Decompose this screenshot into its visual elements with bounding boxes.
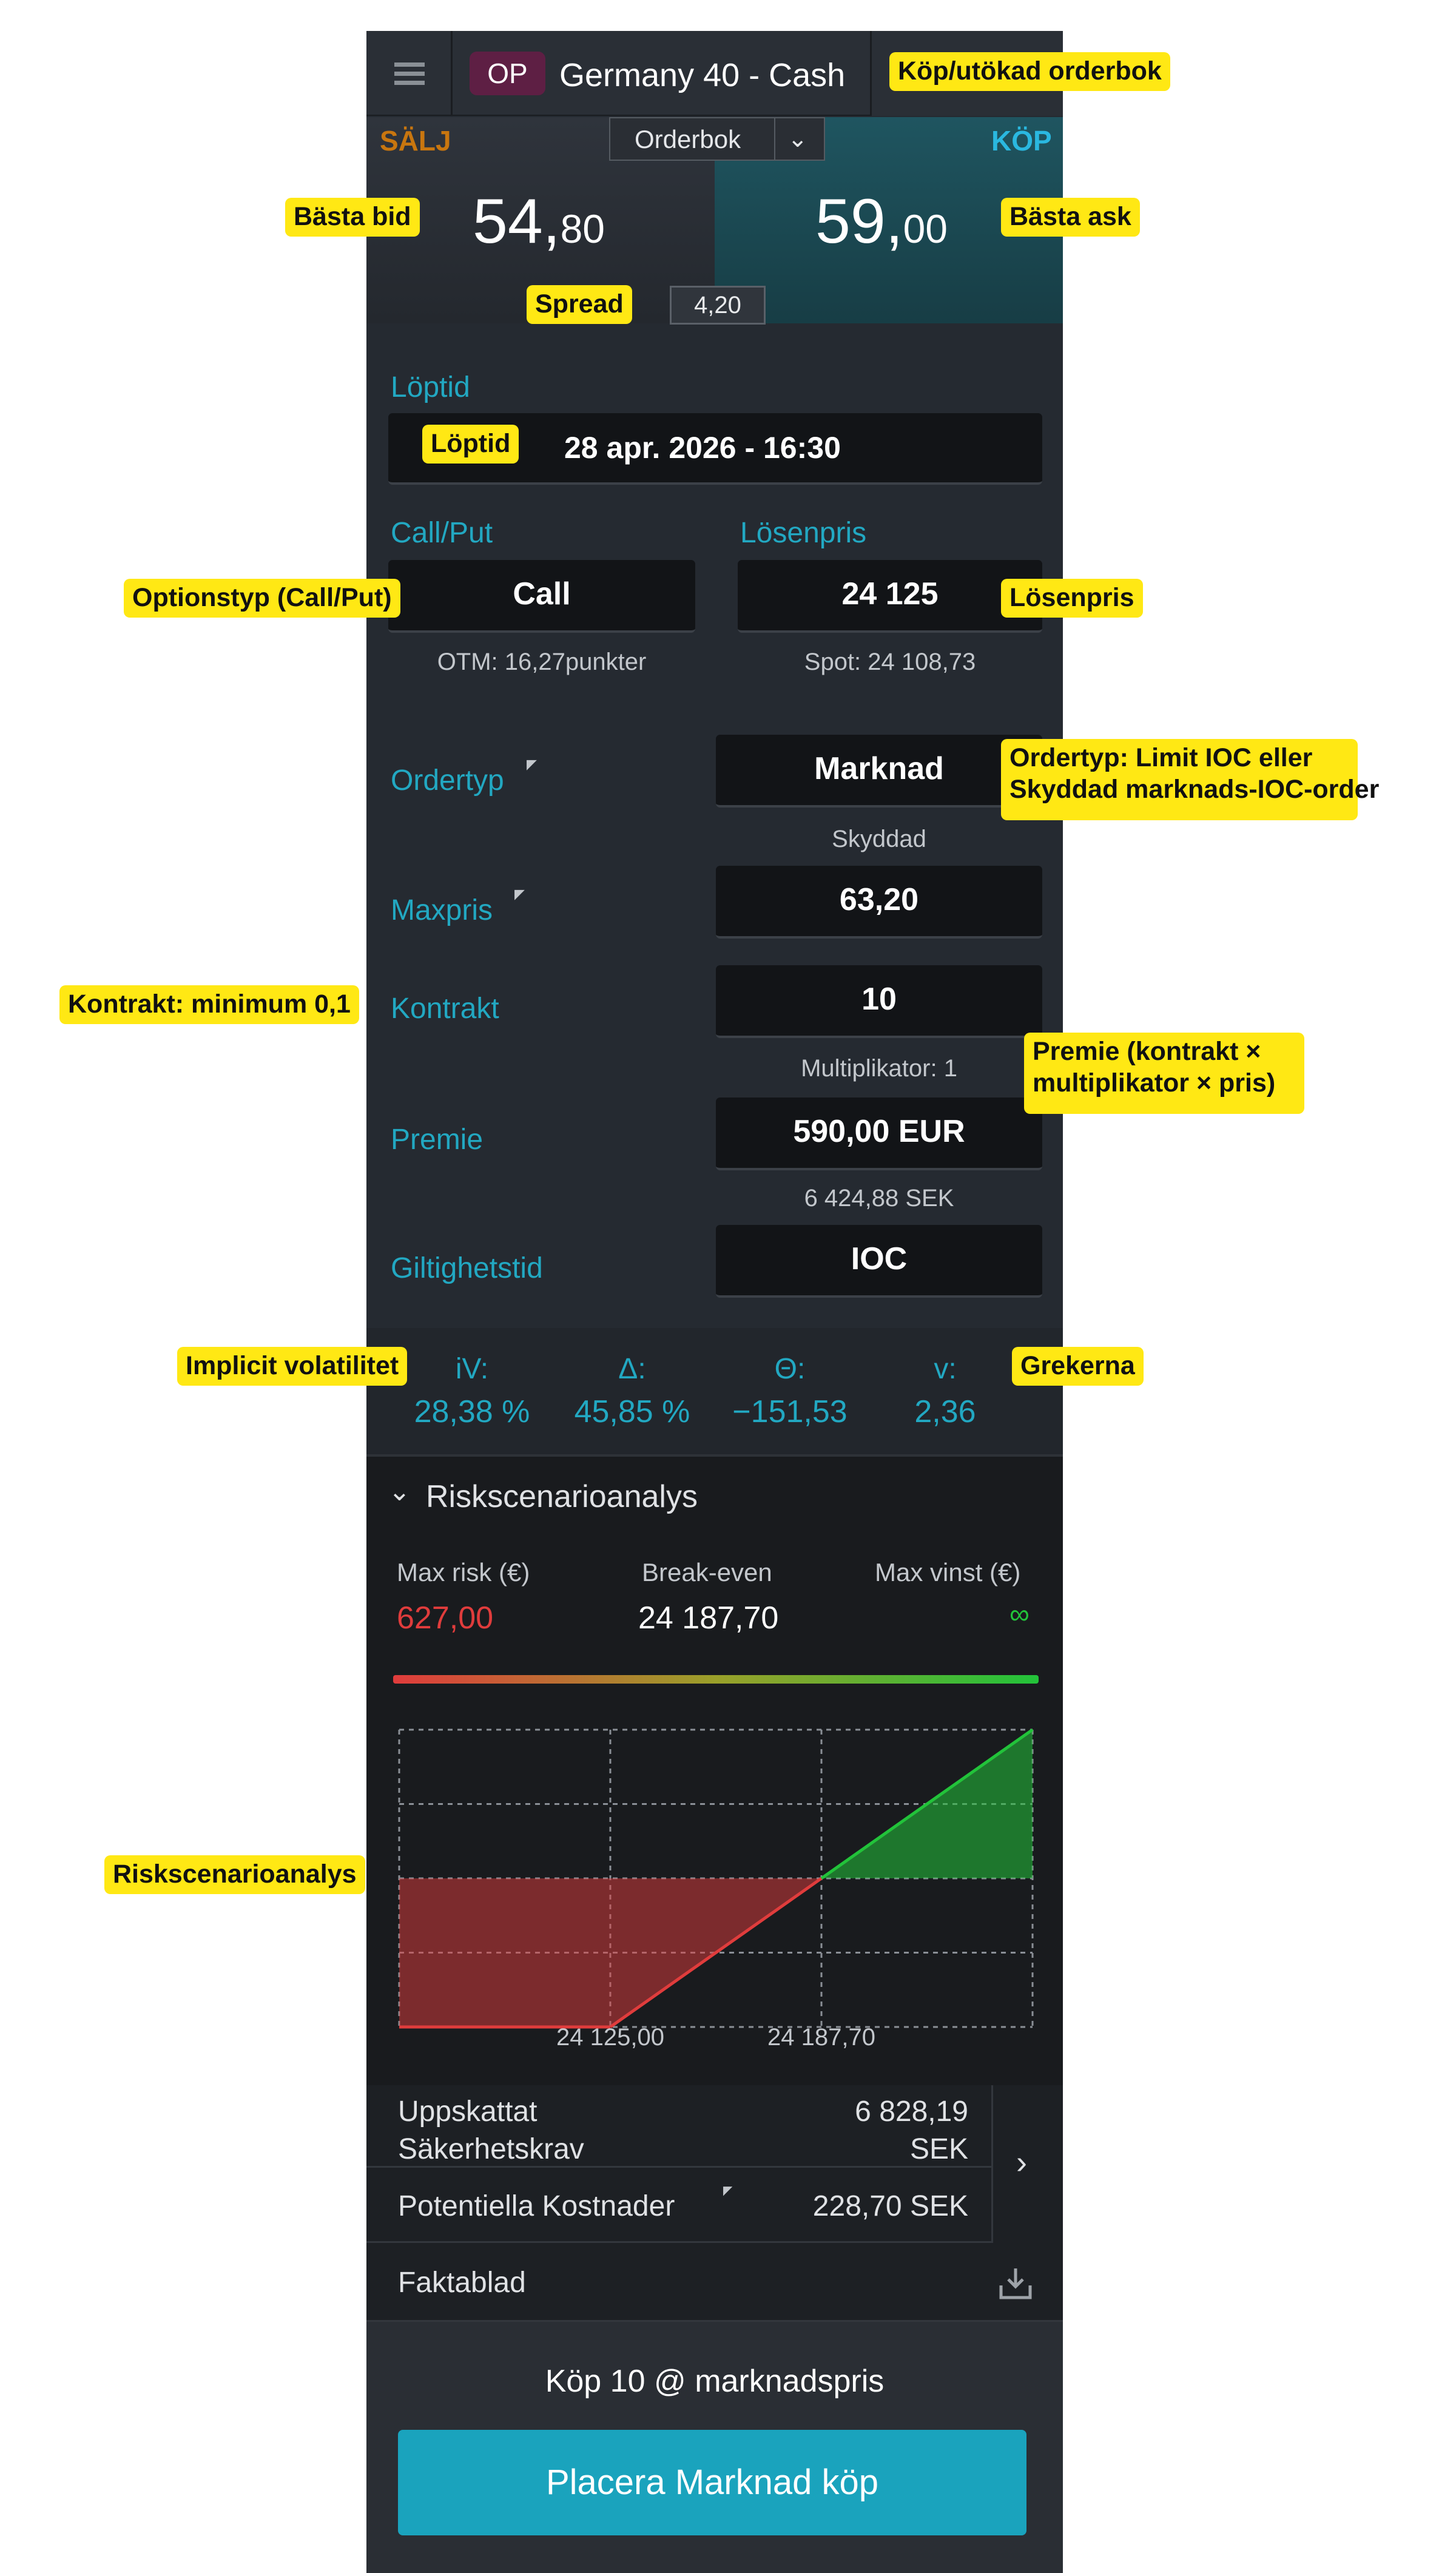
vega-value: 2,36 — [914, 1394, 976, 1429]
option-type-field[interactable]: Call — [388, 560, 695, 633]
margin-value-line1: 6 828,19 — [855, 2096, 968, 2128]
callout-implied-vol: Implicit volatilitet — [177, 1347, 408, 1386]
order-footer: Köp 10 @ marknadspris Placera Marknad kö… — [366, 2322, 1063, 2573]
callout-expiry: Löptid — [422, 425, 519, 464]
callout-premium: Premie (kontrakt × multiplikator × pris) — [1024, 1033, 1304, 1114]
callout-contracts: Kontrakt: minimum 0,1 — [59, 985, 359, 1024]
download-icon[interactable] — [996, 2264, 1035, 2302]
factsheet-row[interactable]: Faktablad — [366, 2243, 1063, 2322]
callout-greeks: Grekerna — [1012, 1347, 1144, 1386]
vega-label: v: — [934, 1353, 957, 1385]
expand-details-button[interactable]: › — [991, 2085, 1063, 2243]
best-bid-price[interactable]: 54,80 — [473, 190, 605, 253]
callout-best-bid: Bästa bid — [285, 198, 420, 237]
theta-value: −151,53 — [732, 1394, 848, 1429]
multiplier-note: Multiplikator: 1 — [801, 1055, 957, 1082]
delta-label: Δ: — [618, 1353, 646, 1385]
callout-best-ask: Bästa ask — [1001, 198, 1140, 237]
premium-label: Premie — [391, 1124, 484, 1156]
max-price-label: Maxpris — [391, 894, 493, 926]
order-type-label: Ordertyp — [391, 764, 504, 797]
costs-label: Potentiella Kostnader — [398, 2190, 675, 2222]
max-risk-value: 627,00 — [397, 1600, 494, 1636]
info-icon[interactable]: ◤ — [514, 888, 525, 901]
callout-order-type-line1: Ordertyp: Limit IOC eller — [1009, 743, 1313, 772]
orderbook-selector-label: Orderbok — [635, 125, 741, 153]
callout-spread: Spread — [527, 285, 632, 324]
theta-label: Θ: — [774, 1353, 806, 1385]
costs-row[interactable]: Potentiella Kostnader ◤ 228,70 SEK — [366, 2168, 1063, 2243]
callout-buy-orderbook: Köp/utökad orderbok — [889, 52, 1170, 91]
order-type-note: Skyddad — [832, 826, 926, 852]
costs-value: 228,70 SEK — [812, 2190, 968, 2222]
product-badge: OP — [470, 52, 545, 95]
chevron-right-icon: › — [1016, 2144, 1027, 2180]
menu-button[interactable] — [366, 31, 453, 116]
strike-label: Lösenpris — [740, 517, 867, 549]
validity-field[interactable]: IOC — [716, 1225, 1042, 1298]
expiry-section-label: Löptid — [391, 371, 470, 403]
contracts-field[interactable]: 10 — [716, 965, 1042, 1038]
greeks-bar: iV: 28,38 % Δ: 45,85 % Θ: −151,53 v: 2,3… — [366, 1328, 1063, 1454]
callout-premium-line1: Premie (kontrakt × — [1033, 1037, 1261, 1066]
margin-value-line2: SEK — [909, 2133, 968, 2165]
validity-label: Giltighetstid — [391, 1252, 543, 1284]
chevron-down-icon[interactable]: ⌄ — [388, 1479, 411, 1505]
expiry-value: 28 apr. 2026 - 16:30 — [564, 431, 841, 465]
margin-label-line2: Säkerhetskrav — [398, 2133, 584, 2165]
spot-note: Spot: 24 108,73 — [804, 649, 976, 675]
premium-field[interactable]: 590,00 EUR — [716, 1098, 1042, 1170]
instrument-name[interactable]: Germany 40 - Cash — [559, 59, 845, 92]
order-summary: Köp 10 @ marknadspris — [545, 2364, 885, 2399]
strike-field[interactable]: 24 125 — [738, 560, 1042, 633]
callout-option-type: Optionstyp (Call/Put) — [124, 579, 400, 618]
margin-label-line1: Uppskattat — [398, 2096, 538, 2128]
place-order-button[interactable]: Placera Marknad köp — [398, 2430, 1026, 2535]
callout-order-type-line2: Skyddad marknads-IOC-order — [1009, 774, 1380, 804]
x-tick-label: 24 187,70 — [767, 2024, 875, 2051]
contracts-label: Kontrakt — [391, 993, 499, 1025]
callout-order-type: Ordertyp: Limit IOC eller Skyddad markna… — [1001, 739, 1380, 820]
delta-value: 45,85 % — [574, 1394, 690, 1429]
orderbook-selector[interactable]: Orderbok ⌄ — [609, 117, 825, 161]
info-icon[interactable]: ◤ — [723, 2185, 732, 2197]
factsheet-label: Faktablad — [398, 2267, 526, 2299]
iv-label: iV: — [455, 1353, 489, 1385]
breakeven-value: 24 187,70 — [638, 1600, 779, 1636]
best-ask-price[interactable]: 59,00 — [815, 190, 948, 253]
callout-strike: Lösenpris — [1001, 579, 1143, 618]
premium-sek-note: 6 424,88 SEK — [804, 1185, 954, 1212]
loss-area — [399, 1878, 821, 2027]
otm-note: OTM: 16,27punkter — [437, 649, 647, 675]
breakeven-label: Break-even — [642, 1558, 772, 1587]
callout-risk-analysis: Riskscenarioanalys — [104, 1855, 365, 1894]
max-price-field[interactable]: 63,20 — [716, 866, 1042, 939]
option-type-label: Call/Put — [391, 517, 493, 549]
callout-premium-line2: multiplikator × pris) — [1033, 1068, 1276, 1098]
sell-label: SÄLJ — [380, 125, 451, 157]
risk-scenario-chart: 24 125,00 24 187,70 — [398, 1728, 1034, 2051]
iv-value: 28,38 % — [414, 1394, 530, 1429]
chevron-down-icon: ⌄ — [787, 126, 808, 152]
order-type-field[interactable]: Marknad — [716, 735, 1042, 808]
info-icon[interactable]: ◤ — [527, 758, 537, 771]
order-ticket-panel: OP Germany 40 - Cash SÄLJ KÖP Orderbok ⌄… — [366, 31, 1063, 2573]
spread-value: 4,20 — [670, 286, 766, 325]
max-gain-value: ∞ — [1009, 1598, 1030, 1630]
risk-title[interactable]: Riskscenarioanalys — [426, 1481, 698, 1512]
max-gain-label: Max vinst (€) — [875, 1558, 1021, 1587]
x-tick-label: 24 125,00 — [556, 2024, 664, 2051]
hamburger-icon — [394, 62, 425, 86]
risk-gradient-bar — [393, 1675, 1039, 1684]
risk-section: ⌄ Riskscenarioanalys Max risk (€) 627,00… — [366, 1454, 1063, 2085]
max-risk-label: Max risk (€) — [397, 1558, 530, 1587]
margin-row[interactable]: Uppskattat Säkerhetskrav 6 828,19 SEK — [366, 2085, 1063, 2168]
buy-label: KÖP — [991, 125, 1052, 157]
